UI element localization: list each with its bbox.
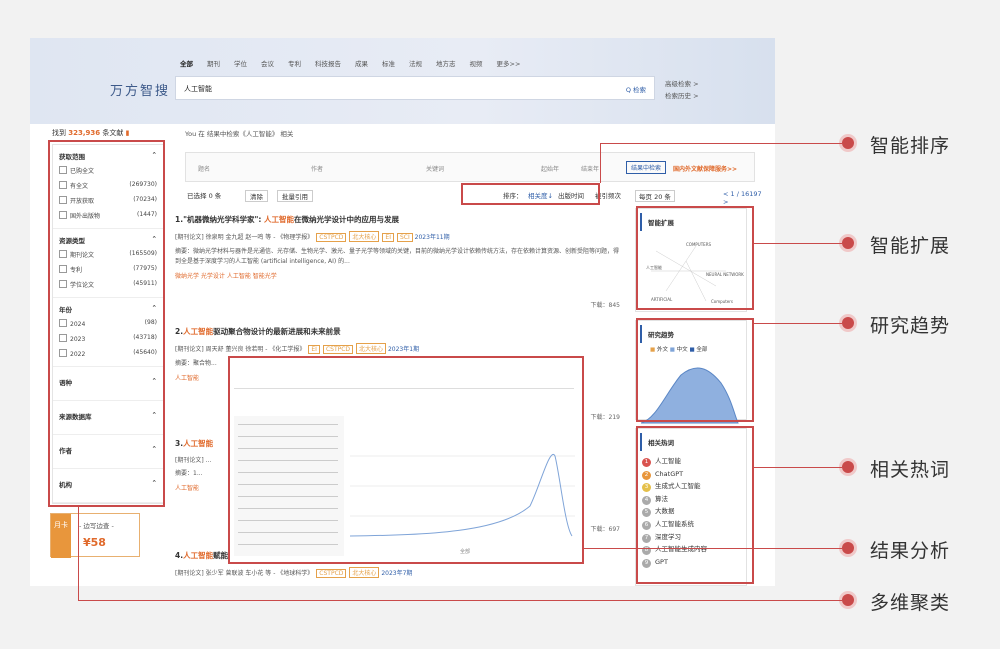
history-link[interactable]: 检索历史 > <box>665 90 699 102</box>
callout-label: 智能扩展 <box>870 235 951 257</box>
callout-label: 结果分析 <box>870 540 951 562</box>
tab[interactable]: 会议 <box>261 58 274 68</box>
result-item[interactable]: 1."机器微纳光学科学家": 人工智能在微纳光学设计中的应用与发展 [期刊论文]… <box>175 214 620 309</box>
clear-button[interactable]: 清除 <box>245 190 268 202</box>
result-title[interactable]: 1."机器微纳光学科学家": 人工智能在微纳光学设计中的应用与发展 <box>175 214 620 225</box>
export-button[interactable]: 批量引用 <box>277 190 313 202</box>
tab[interactable]: 期刊 <box>207 58 220 68</box>
title-field[interactable]: 题名 <box>198 164 210 173</box>
tab[interactable]: 学位 <box>234 58 247 68</box>
callout-dot <box>842 594 854 606</box>
logo: 万方智搜 <box>110 84 171 99</box>
callout-label: 研究趋势 <box>870 315 951 337</box>
analysis-overlay: 全部 <box>228 356 584 564</box>
card-badge: 月卡 <box>51 514 71 558</box>
callout-dot <box>842 137 854 149</box>
pager[interactable]: < 1 / 16197 > <box>723 190 765 206</box>
search-button[interactable]: Q 检索 <box>626 84 646 94</box>
filter-bar: 题名 作者 关键词 起始年 结束年 结果中检索 国内外文献保障服务>> <box>185 152 755 182</box>
download-count: 下载：219 <box>590 414 620 421</box>
callout-line <box>754 243 842 244</box>
index-tag: CSTPCD <box>322 345 354 354</box>
index-tag: 北大核心 <box>349 231 380 242</box>
index-tag: CSTPCD <box>316 569 347 578</box>
author-field[interactable]: 作者 <box>311 164 323 173</box>
download-count: 下载：697 <box>590 526 620 533</box>
index-tag: SCI <box>396 233 413 242</box>
query-text: 人工智能 <box>184 85 212 93</box>
callout-line <box>78 600 842 601</box>
adv-links: 高级检索 > 检索历史 > <box>665 78 699 102</box>
start-year-field[interactable]: 起始年 <box>541 164 559 173</box>
sort-highlight <box>461 183 600 205</box>
tab[interactable]: 法规 <box>409 58 422 68</box>
trend-highlight <box>636 318 754 422</box>
tab[interactable]: 科技报告 <box>315 58 341 68</box>
result-title[interactable]: 2.人工智能驱动聚合物设计的最新进展和未来前景 <box>175 326 620 337</box>
tab[interactable]: 成果 <box>355 58 368 68</box>
callout-dot <box>842 461 854 473</box>
end-year-field[interactable]: 结束年 <box>581 164 599 173</box>
per-page-select[interactable]: 每页 20 条 <box>635 190 675 202</box>
analysis-chart <box>350 453 575 537</box>
result-keywords[interactable]: 微纳光学 光学设计 人工智能 智能光学 <box>175 272 620 282</box>
index-tag: CSTPCD <box>316 233 347 242</box>
index-tag: EI <box>308 345 320 354</box>
index-tag: 北大核心 <box>349 567 380 578</box>
callout-line <box>600 143 601 183</box>
resource-tabs: 全部 期刊 学位 会议 专利 科技报告 成果 标准 法规 地方志 视频 更多>> <box>180 58 520 68</box>
tab[interactable]: 全部 <box>180 58 193 68</box>
callout-line <box>78 507 79 600</box>
result-meta: [期刊论文] 徐泉明 金九超 赵一鸣 等 - 《物理学报》 CSTPCD 北大核心 E… <box>175 231 620 242</box>
result-meta: [期刊论文] 周天舒 董兴良 徐若明 - 《化工学报》 EI CSTPCD 北大核心 … <box>175 343 620 354</box>
tab[interactable]: 视频 <box>470 58 483 68</box>
index-tag: 北大核心 <box>356 343 387 354</box>
tab[interactable]: 地方志 <box>436 58 456 68</box>
card-title: - 边写边查 - <box>79 522 114 530</box>
callout-label: 相关热词 <box>870 459 951 481</box>
callout-label: 智能排序 <box>870 135 951 157</box>
keyword-field[interactable]: 关键词 <box>426 164 444 173</box>
callout-dot <box>842 237 854 249</box>
callout-line <box>600 143 842 144</box>
callout-dot <box>842 317 854 329</box>
callout-label: 多维聚类 <box>870 592 951 614</box>
cluster-highlight <box>48 140 165 507</box>
card-price: ¥58 <box>83 536 106 549</box>
advanced-search-link[interactable]: 高级检索 > <box>665 78 699 90</box>
selected-count: 已选择 0 条 <box>187 192 222 200</box>
tab[interactable]: 专利 <box>288 58 301 68</box>
result-abstract: 摘要：微纳光学材料与器件是光通信、光存储、生物光学、激光、量子光学等领域的关键，… <box>175 248 620 265</box>
result-count: 找到 323,936 条文献 ▮ <box>52 129 130 137</box>
filter-search-button[interactable]: 结果中检索 <box>626 161 667 174</box>
callout-line <box>584 548 842 549</box>
promo-card[interactable]: 月卡 - 边写边查 - ¥58 <box>50 513 140 558</box>
callout-dot <box>842 542 854 554</box>
analysis-table <box>234 416 344 556</box>
tab[interactable]: 标准 <box>382 58 395 68</box>
index-tag: EI <box>382 233 394 242</box>
header: 全部 期刊 学位 会议 专利 科技报告 成果 标准 法规 地方志 视频 更多>> 万方智搜 人工智能 Q… <box>30 38 775 124</box>
callout-line <box>754 323 842 324</box>
result-meta: [期刊论文] 张少军 曾联波 车小花 等 - 《地球科学》 CSTPCD 北大核心 … <box>175 567 620 578</box>
overlay-legend: 全部 <box>460 549 471 555</box>
in-result-hint: You 在 结果中检索《人工智能》 相关 <box>185 130 294 138</box>
expand-highlight <box>636 206 754 310</box>
guarantee-link[interactable]: 国内外文献保障服务>> <box>673 164 737 173</box>
search-input[interactable]: 人工智能 Q 检索 <box>175 76 655 100</box>
download-count: 下载：845 <box>590 302 620 309</box>
hot-highlight <box>636 426 754 584</box>
callout-line <box>754 467 842 468</box>
tab[interactable]: 更多>> <box>497 58 521 68</box>
